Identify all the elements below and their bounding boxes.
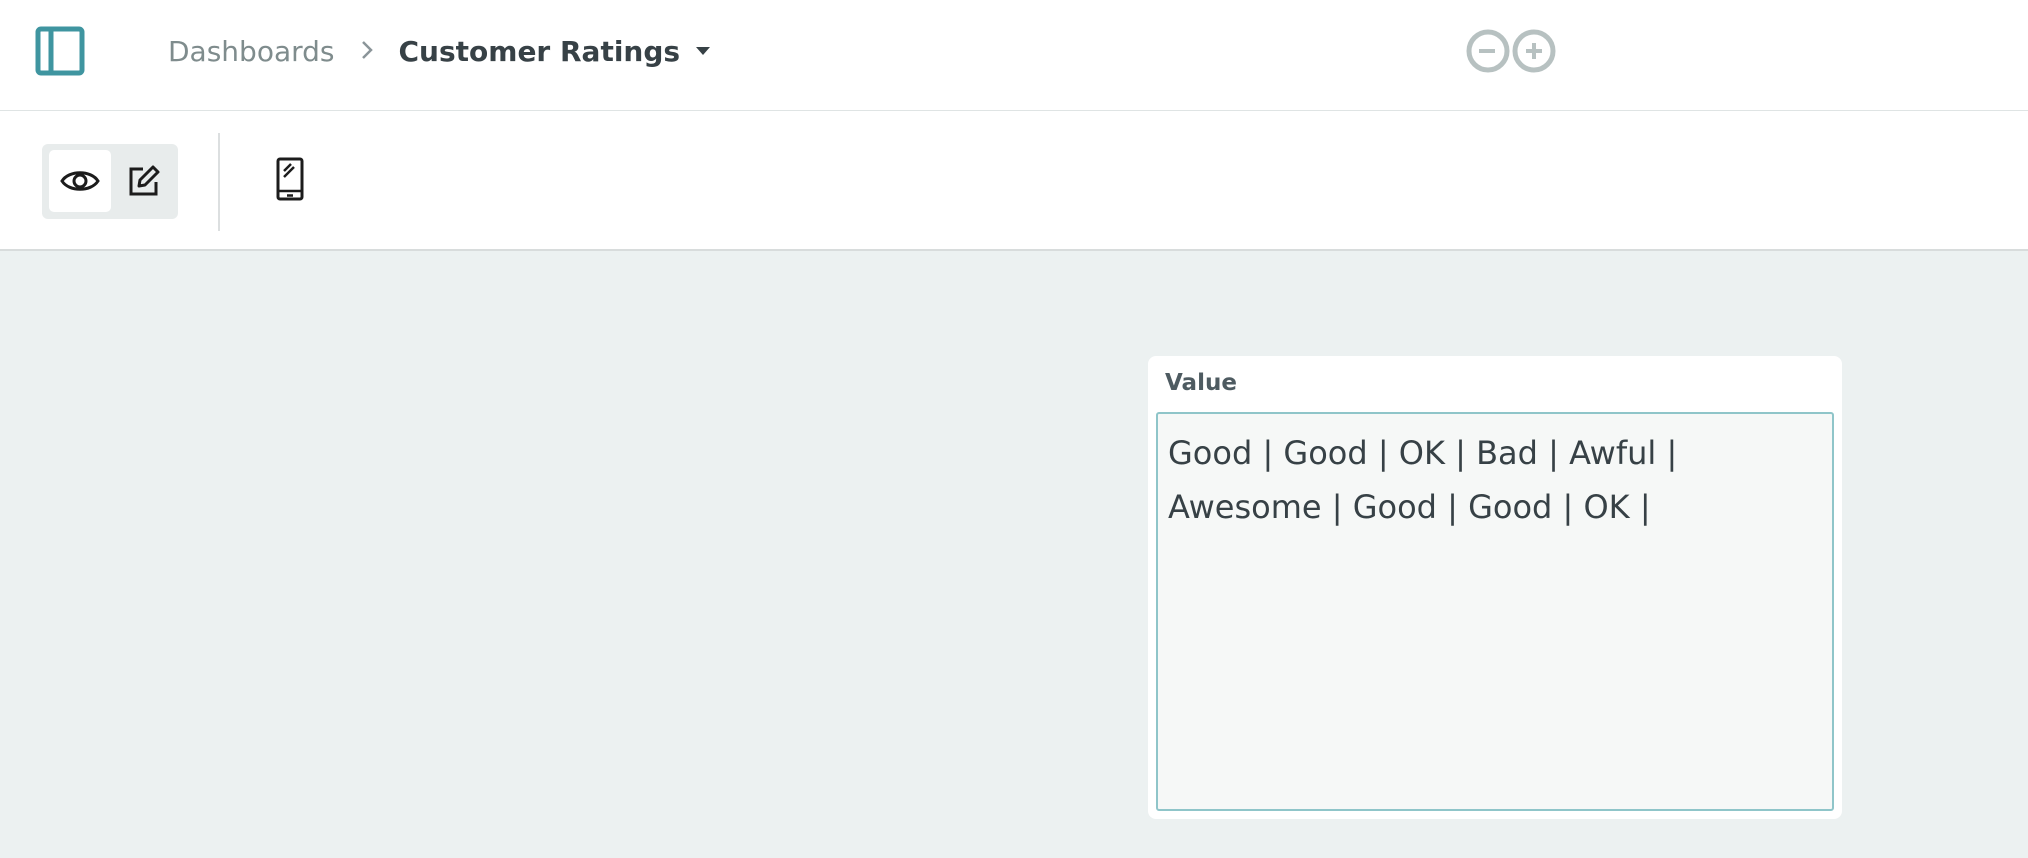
mobile-phone-icon <box>276 157 304 201</box>
view-mode-button[interactable] <box>49 150 111 212</box>
mode-toggle-group <box>42 144 178 219</box>
caret-down-icon <box>696 47 711 55</box>
dashboard-title: Customer Ratings <box>398 34 681 68</box>
eye-icon <box>60 171 100 191</box>
widget-value-text: Good | Good | OK | Bad | Awful | Awesome… <box>1168 434 1678 526</box>
brand-logo <box>1465 28 1557 74</box>
top-header: Dashboards Customer Ratings <box>0 0 2028 111</box>
pencil-edit-icon <box>129 165 160 196</box>
dashboard-title-dropdown[interactable]: Customer Ratings <box>399 35 711 68</box>
breadcrumb-dashboards-link[interactable]: Dashboards <box>168 35 335 68</box>
value-display-box: Good | Good | OK | Bad | Awful | Awesome… <box>1156 412 1834 811</box>
dashboard-toolbar <box>0 111 2028 251</box>
widget-title: Value <box>1165 370 1237 396</box>
chevron-right-icon <box>347 35 387 68</box>
edit-mode-button[interactable] <box>113 150 175 212</box>
toolbar-divider <box>218 133 220 231</box>
breadcrumb: Dashboards Customer Ratings <box>168 0 711 102</box>
mobile-view-button[interactable] <box>275 157 305 205</box>
sidebar-toggle-icon[interactable] <box>35 26 85 76</box>
value-widget[interactable]: Value Good | Good | OK | Bad | Awful | A… <box>1148 356 1842 819</box>
